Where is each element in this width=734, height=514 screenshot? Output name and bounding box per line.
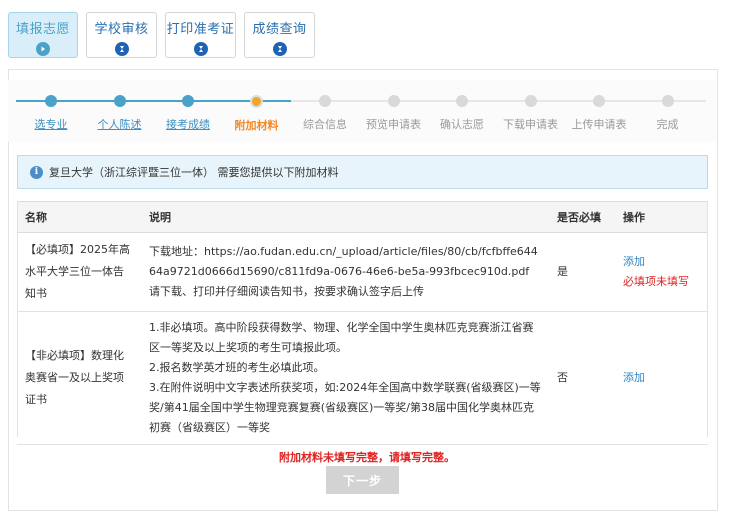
material-desc: 下载地址：https://ao.fudan.edu.cn/_upload/art… (141, 232, 549, 312)
required-value: 否 (549, 311, 615, 445)
tab-print-admission[interactable]: 打印准考证 (165, 12, 236, 58)
step-item: 完成 (628, 90, 708, 132)
top-tabs: 填报志愿 学校审核 打印准考证 成绩查询 (8, 12, 315, 58)
desc-line: 3.在附件说明中文字表述所获奖项，如:2024年全国高中数学联赛(省级赛区)一等… (149, 381, 541, 434)
action-cell: 添加 必填项未填写 (615, 232, 708, 312)
add-link[interactable]: 添加 (623, 252, 700, 272)
desc-line: 请下载、打印并仔细阅读告知书，按要求确认签字后上传 (149, 285, 424, 298)
desc-line: 2.报名数学英才班的考生必填此项。 (149, 361, 325, 374)
material-name: 【非必填项】数理化奥赛省一及以上奖项证书 (17, 311, 141, 445)
step-dot (593, 95, 605, 107)
desc-line: 下载地址：https://ao.fudan.edu.cn/_upload/art… (149, 245, 538, 278)
header-desc: 说明 (141, 201, 549, 233)
header-required: 是否必填 (549, 201, 615, 233)
step-label: 完成 (656, 118, 679, 131)
step-dot (319, 95, 331, 107)
tab-fill-application[interactable]: 填报志愿 (8, 12, 78, 58)
step-dot (387, 95, 400, 107)
tab-label: 成绩查询 (252, 22, 307, 37)
table-row: 【非必填项】数理化奥赛省一及以上奖项证书 1.非必填项。高中阶段获得数学、物理、… (17, 311, 708, 445)
step-dot (250, 95, 263, 108)
material-desc: 1.非必填项。高中阶段获得数学、物理、化学全国中学生奥林匹克竞赛浙江省赛区一等奖… (141, 311, 549, 445)
play-icon (36, 42, 50, 56)
incomplete-warning: 附加材料未填写完整，请填写完整。 (279, 451, 455, 464)
step-dot (45, 95, 57, 107)
next-step-button[interactable]: 下一步 (326, 466, 399, 494)
materials-table: 名称 说明 是否必填 操作 【必填项】2025年高水平大学三位一体告知书 下载地… (17, 201, 708, 445)
hourglass-icon (272, 42, 287, 56)
required-value: 是 (549, 232, 615, 312)
step-dot (456, 95, 468, 107)
tab-label: 填报志愿 (15, 22, 70, 37)
required-warning: 必填项未填写 (623, 275, 689, 288)
tab-label: 学校审核 (94, 22, 149, 37)
step-dot (661, 95, 674, 107)
material-name: 【必填项】2025年高水平大学三位一体告知书 (17, 232, 141, 312)
tab-score-query[interactable]: 成绩查询 (244, 12, 315, 58)
table-row: 【必填项】2025年高水平大学三位一体告知书 下载地址：https://ao.f… (17, 232, 708, 312)
header-name: 名称 (17, 201, 141, 233)
header-action: 操作 (615, 201, 708, 233)
step-dot (113, 95, 126, 107)
info-icon: i (30, 165, 43, 179)
add-link[interactable]: 添加 (623, 368, 700, 388)
table-header-row: 名称 说明 是否必填 操作 (17, 201, 708, 233)
hourglass-icon (193, 42, 208, 56)
step-dot (524, 95, 537, 107)
progress-steps: 选专业 个人陈述 接考成绩 附加材料 综合信息 预览申请表 确认志愿 下载申请表 上传申请表 完成 (16, 90, 706, 135)
tab-label: 打印准考证 (166, 22, 235, 37)
hourglass-icon (114, 42, 129, 56)
tab-school-review[interactable]: 学校审核 (86, 12, 157, 58)
step-dot (182, 95, 194, 107)
info-text: 复旦大学（浙江综评暨三位一体） 需要您提供以下附加材料 (49, 166, 339, 179)
action-cell: 添加 (615, 311, 708, 445)
info-banner: i 复旦大学（浙江综评暨三位一体） 需要您提供以下附加材料 (17, 155, 708, 189)
desc-line: 1.非必填项。高中阶段获得数学、物理、化学全国中学生奥林匹克竞赛浙江省赛区一等奖… (149, 321, 534, 354)
